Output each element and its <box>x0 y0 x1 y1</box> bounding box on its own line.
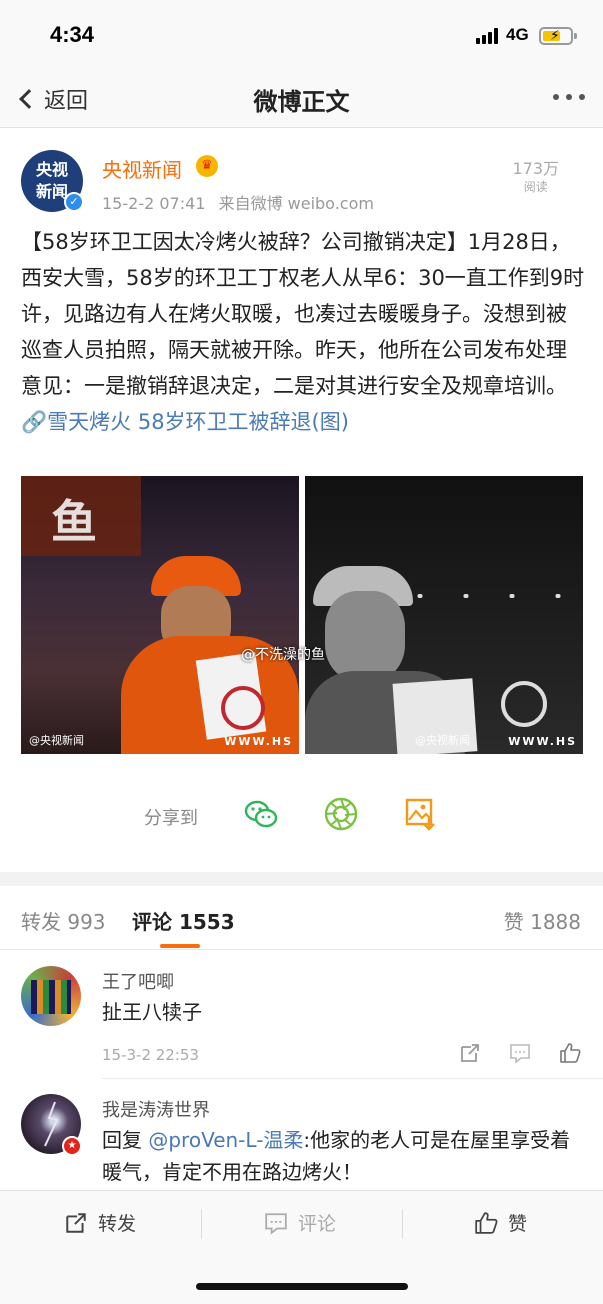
bottom-action-bar: 转发 评论 赞 <box>0 1190 603 1304</box>
author-name[interactable]: 央视新闻 <box>102 154 182 183</box>
post-timestamp: 15-2-2 07:41 <box>102 194 206 213</box>
photo-sign-text: 鱼 <box>51 495 97 549</box>
tab-comment[interactable]: 评论 1553 <box>132 906 235 935</box>
vip-crown-icon: ♛ <box>196 155 218 177</box>
back-button[interactable]: 返回 <box>16 80 88 118</box>
post-meta: 15-2-2 07:41 来自微博 weibo.com <box>102 190 374 214</box>
tab-repost[interactable]: 转发 993 <box>21 906 106 935</box>
comment-item: 王了吧唧 扯王八犊子 15-3-2 22:53 <box>0 950 603 1080</box>
separator <box>201 1209 202 1239</box>
commenter-name[interactable]: 我是涛涛世界 <box>102 1096 210 1122</box>
verified-badge-icon: ✓ <box>64 192 84 212</box>
avatar-text-top: 央视 <box>35 160 68 179</box>
like-icon[interactable] <box>559 1042 581 1064</box>
photo-watermark: WWW.HS <box>224 735 293 748</box>
tab-comment-label: 评论 <box>132 910 172 934</box>
repost-label: 转发 <box>98 1213 137 1235</box>
battery-icon: ⚡ <box>539 27 573 45</box>
save-image-icon[interactable] <box>403 796 439 832</box>
like-button[interactable]: 赞 <box>474 1209 527 1236</box>
read-count-label: 阅读 <box>523 180 548 194</box>
like-label: 赞 <box>508 1213 528 1235</box>
active-tab-indicator <box>160 944 200 948</box>
post-photo[interactable]: 鱼 @央视新闻 WWW.HS <box>21 476 299 754</box>
comment-actions <box>459 1042 581 1064</box>
comment-label: 评论 <box>298 1213 337 1235</box>
repost-button[interactable]: 转发 <box>64 1209 136 1236</box>
tab-comment-count: 1553 <box>178 910 235 934</box>
comment-text: 回复 @proVen-L-温柔:他家的老人可是在屋里享受着暖气，肯定不用在路边烤… <box>102 1124 582 1188</box>
photo-overlay-watermark: @不洗澡的鱼 <box>241 647 325 663</box>
post-header: 央视 新闻 ✓ 央视新闻 ♛ 15-2-2 07:41 来自微博 weibo.c… <box>0 128 603 220</box>
comment-divider <box>102 1078 603 1079</box>
tab-like-count: 1888 <box>530 910 581 934</box>
post-body: 【58岁环卫工因太冷烤火被辞？公司撤销决定】1月28日，西安大雪，58岁的环卫工… <box>21 224 586 440</box>
post-source: 来自微博 weibo.com <box>218 194 374 213</box>
stats-tabs: 转发 993 评论 1553 赞 1888 <box>0 886 603 950</box>
separator <box>402 1209 403 1239</box>
wechat-icon[interactable] <box>243 796 279 832</box>
post-link[interactable]: 🔗雪天烤火 58岁环卫工被辞退(图) <box>21 410 349 434</box>
share-row: 分享到 <box>0 790 603 840</box>
more-dot-icon <box>553 94 559 100</box>
network-type: 4G <box>506 25 529 44</box>
link-icon: 🔗 <box>21 410 48 434</box>
comment-time: 15-3-2 22:53 <box>102 1046 199 1064</box>
mention-link[interactable]: @proVen-L-温柔 <box>148 1128 303 1152</box>
status-time: 4:34 <box>50 22 95 47</box>
moments-icon[interactable] <box>323 796 359 832</box>
read-count: 173万 阅读 <box>512 160 559 196</box>
signal-icon <box>476 28 498 44</box>
back-label: 返回 <box>44 89 89 114</box>
photo-caption: @央视新闻 <box>29 734 84 747</box>
post-photos: 鱼 @央视新闻 WWW.HS @央视新闻 WWW.HS @不洗澡的鱼 <box>21 476 583 754</box>
page-title: 微博正文 <box>253 88 350 116</box>
commenter-avatar[interactable] <box>21 966 81 1026</box>
repost-icon[interactable] <box>459 1042 481 1064</box>
commenter-name[interactable]: 王了吧唧 <box>102 968 174 994</box>
repost-icon <box>66 1212 86 1233</box>
comment-item: ★ 我是涛涛世界 回复 @proVen-L-温柔:他家的老人可是在屋里享受着暖气… <box>0 1080 603 1190</box>
tab-like[interactable]: 赞 1888 <box>504 906 581 935</box>
photo-caption: @央视新闻 <box>415 734 470 747</box>
post-photo[interactable]: @央视新闻 WWW.HS <box>305 476 583 754</box>
more-button[interactable] <box>553 94 585 100</box>
post-link-text: 雪天烤火 58岁环卫工被辞退(图) <box>47 410 349 434</box>
home-indicator[interactable] <box>196 1283 408 1290</box>
member-badge-icon: ★ <box>62 1136 82 1156</box>
reply-prefix: 回复 <box>102 1128 149 1152</box>
comment-button[interactable]: 评论 <box>264 1209 336 1236</box>
nav-bar: 返回 微博正文 <box>0 70 603 128</box>
battery-cap <box>574 33 577 39</box>
chevron-left-icon <box>19 89 39 109</box>
status-bar: 4:34 4G ⚡ <box>0 0 603 70</box>
comment-icon[interactable] <box>509 1042 531 1064</box>
tab-repost-label: 转发 <box>21 910 61 934</box>
comment-icon <box>265 1212 287 1235</box>
like-icon <box>475 1211 498 1234</box>
comment-text: 扯王八犊子 <box>102 1000 202 1024</box>
section-divider <box>0 872 603 886</box>
tab-repost-count: 993 <box>67 910 106 934</box>
more-dot-icon <box>566 94 572 100</box>
more-dot-icon <box>579 94 585 100</box>
tab-like-label: 赞 <box>503 910 524 934</box>
photo-watermark: WWW.HS <box>508 735 577 748</box>
post-text: 【58岁环卫工因太冷烤火被辞？公司撤销决定】1月28日，西安大雪，58岁的环卫工… <box>21 230 585 398</box>
read-count-value: 173万 <box>512 159 559 178</box>
share-label: 分享到 <box>144 808 198 829</box>
